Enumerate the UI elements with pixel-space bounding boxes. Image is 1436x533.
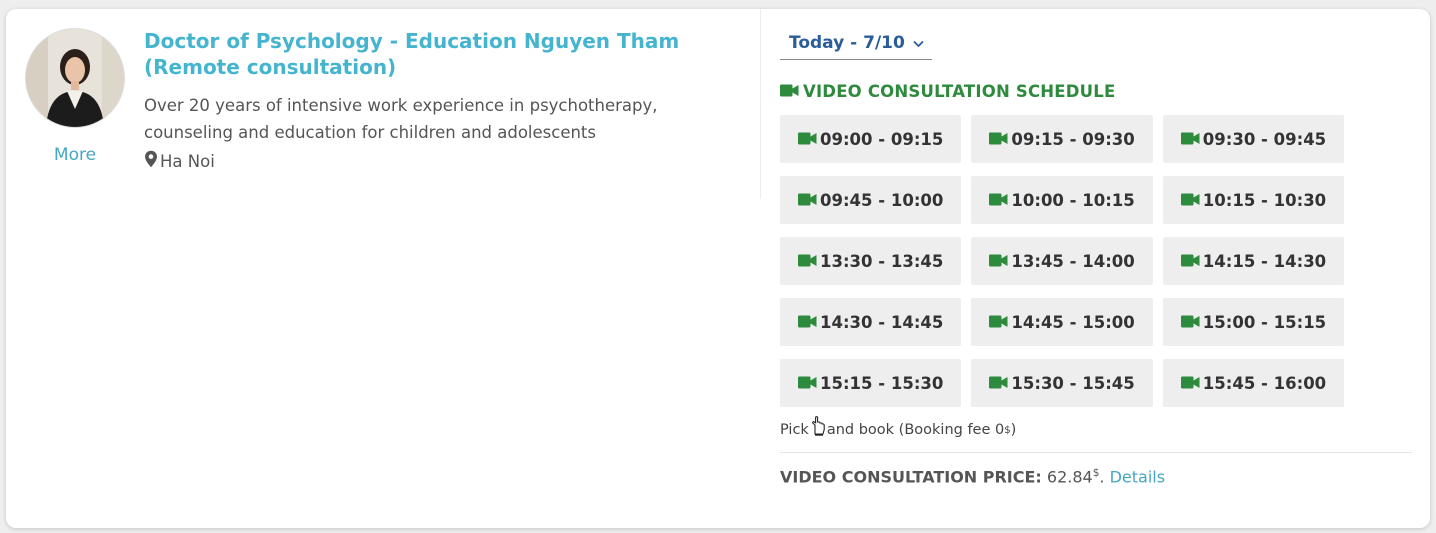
doctor-card: More Doctor of Psychology - Education Ng… — [6, 9, 1430, 528]
time-slot-label: 15:00 - 15:15 — [1202, 312, 1327, 332]
time-slot-button[interactable]: 15:30 - 15:45 — [971, 359, 1153, 407]
time-slot-button[interactable]: 13:45 - 14:00 — [971, 237, 1153, 285]
time-slot-button[interactable]: 09:00 - 09:15 — [780, 115, 962, 163]
time-slot-label: 15:15 - 15:30 — [820, 373, 944, 393]
hint-book-text: and book (Booking fee 0 — [826, 422, 1005, 438]
time-slot-row: 09:45 - 10:00 10:00 - 10:15 10:15 - 10:30 — [780, 176, 1414, 224]
time-slot-button[interactable]: 13:30 - 13:45 — [780, 237, 962, 285]
time-slot-button[interactable]: 15:45 - 16:00 — [1162, 359, 1345, 407]
price-label: VIDEO CONSULTATION PRICE: — [780, 467, 1042, 487]
time-slot-button[interactable]: 09:30 - 09:45 — [1162, 115, 1345, 163]
time-slot-button[interactable]: 14:45 - 15:00 — [971, 298, 1153, 346]
time-slot-button[interactable]: 14:15 - 14:30 — [1162, 237, 1345, 285]
map-pin-icon — [144, 150, 158, 172]
doctor-name[interactable]: Doctor of Psychology - Education Nguyen … — [144, 28, 744, 80]
location-label: Ha Noi — [160, 151, 215, 171]
video-camera-icon — [780, 82, 799, 101]
price-line: VIDEO CONSULTATION PRICE: 62.84$. Detail… — [780, 467, 1414, 486]
time-slot-label: 09:45 - 10:00 — [820, 190, 944, 210]
time-slot-label: 13:45 - 14:00 — [1011, 251, 1135, 271]
time-slot-label: 09:15 - 09:30 — [1011, 129, 1135, 149]
avatar[interactable] — [25, 28, 125, 128]
time-slot-button[interactable]: 15:15 - 15:30 — [780, 359, 962, 407]
video-camera-icon — [1180, 130, 1200, 149]
time-slot-label: 13:30 - 13:45 — [820, 251, 944, 271]
price-value: 62.84 — [1046, 467, 1093, 487]
price-period: . — [1099, 467, 1105, 487]
hint-pick-text: Pick — [780, 422, 809, 438]
video-camera-icon — [1180, 313, 1200, 332]
time-slot-grid: 09:00 - 09:15 09:15 - 09:30 09:30 - 09:45 0… — [780, 115, 1414, 407]
time-slot-button[interactable]: 09:45 - 10:00 — [780, 176, 962, 224]
time-slot-label: 14:45 - 15:00 — [1011, 312, 1135, 332]
video-camera-icon — [798, 191, 817, 210]
schedule-panel: Today - 7/10 VIDEO CONSULTATION SCHEDULE… — [780, 31, 1414, 486]
video-camera-icon — [798, 313, 817, 332]
time-slot-label: 15:45 - 16:00 — [1202, 373, 1327, 393]
time-slot-row: 15:15 - 15:30 15:30 - 15:45 15:45 - 16:00 — [780, 359, 1414, 407]
video-camera-icon — [989, 313, 1008, 332]
video-camera-icon — [798, 252, 817, 271]
time-slot-button[interactable]: 10:15 - 10:30 — [1162, 176, 1345, 224]
doctor-location: Ha Noi — [144, 150, 744, 172]
booking-hint: Pick and book (Booking fee 0 $) — [780, 416, 1414, 440]
time-slot-row: 14:30 - 14:45 14:45 - 15:00 15:00 - 15:15 — [780, 298, 1414, 346]
avatar-column: More — [25, 28, 125, 165]
time-slot-button[interactable]: 15:00 - 15:15 — [1162, 298, 1345, 346]
date-select-label: Today - 7/10 — [789, 33, 905, 53]
time-slot-label: 14:30 - 14:45 — [820, 312, 944, 332]
doctor-info-panel: More Doctor of Psychology - Education Ng… — [6, 9, 761, 199]
schedule-title: VIDEO CONSULTATION SCHEDULE — [780, 82, 1414, 101]
time-slot-button[interactable]: 10:00 - 10:15 — [971, 176, 1153, 224]
divider — [780, 452, 1412, 453]
time-slot-label: 14:15 - 14:30 — [1202, 251, 1327, 271]
time-slot-label: 10:15 - 10:30 — [1202, 190, 1327, 210]
date-select[interactable]: Today - 7/10 — [780, 31, 932, 60]
doctor-details: Doctor of Psychology - Education Nguyen … — [144, 28, 744, 172]
chevron-down-icon — [913, 33, 924, 53]
video-camera-icon — [798, 374, 817, 393]
time-slot-button[interactable]: 09:15 - 09:30 — [971, 115, 1153, 163]
video-camera-icon — [1180, 252, 1200, 271]
video-camera-icon — [989, 191, 1008, 210]
time-slot-label: 09:30 - 09:45 — [1202, 129, 1327, 149]
time-slot-row: 13:30 - 13:45 13:45 - 14:00 14:15 - 14:30 — [780, 237, 1414, 285]
hand-pointer-icon — [810, 416, 826, 436]
time-slot-label: 15:30 - 15:45 — [1011, 373, 1135, 393]
video-camera-icon — [798, 130, 817, 149]
video-camera-icon — [989, 252, 1008, 271]
time-slot-label: 10:00 - 10:15 — [1011, 190, 1135, 210]
hint-close: ) — [1010, 422, 1017, 438]
video-camera-icon — [1180, 191, 1200, 210]
schedule-title-label: VIDEO CONSULTATION SCHEDULE — [803, 82, 1116, 101]
details-link[interactable]: Details — [1110, 467, 1165, 486]
video-camera-icon — [1180, 374, 1200, 393]
time-slot-button[interactable]: 14:30 - 14:45 — [780, 298, 962, 346]
doctor-description: Over 20 years of intensive work experien… — [144, 96, 658, 142]
time-slot-label: 09:00 - 09:15 — [820, 129, 944, 149]
time-slot-row: 09:00 - 09:15 09:15 - 09:30 09:30 - 09:45 — [780, 115, 1414, 163]
video-camera-icon — [989, 130, 1008, 149]
video-camera-icon — [989, 374, 1008, 393]
more-link[interactable]: More — [25, 145, 125, 165]
